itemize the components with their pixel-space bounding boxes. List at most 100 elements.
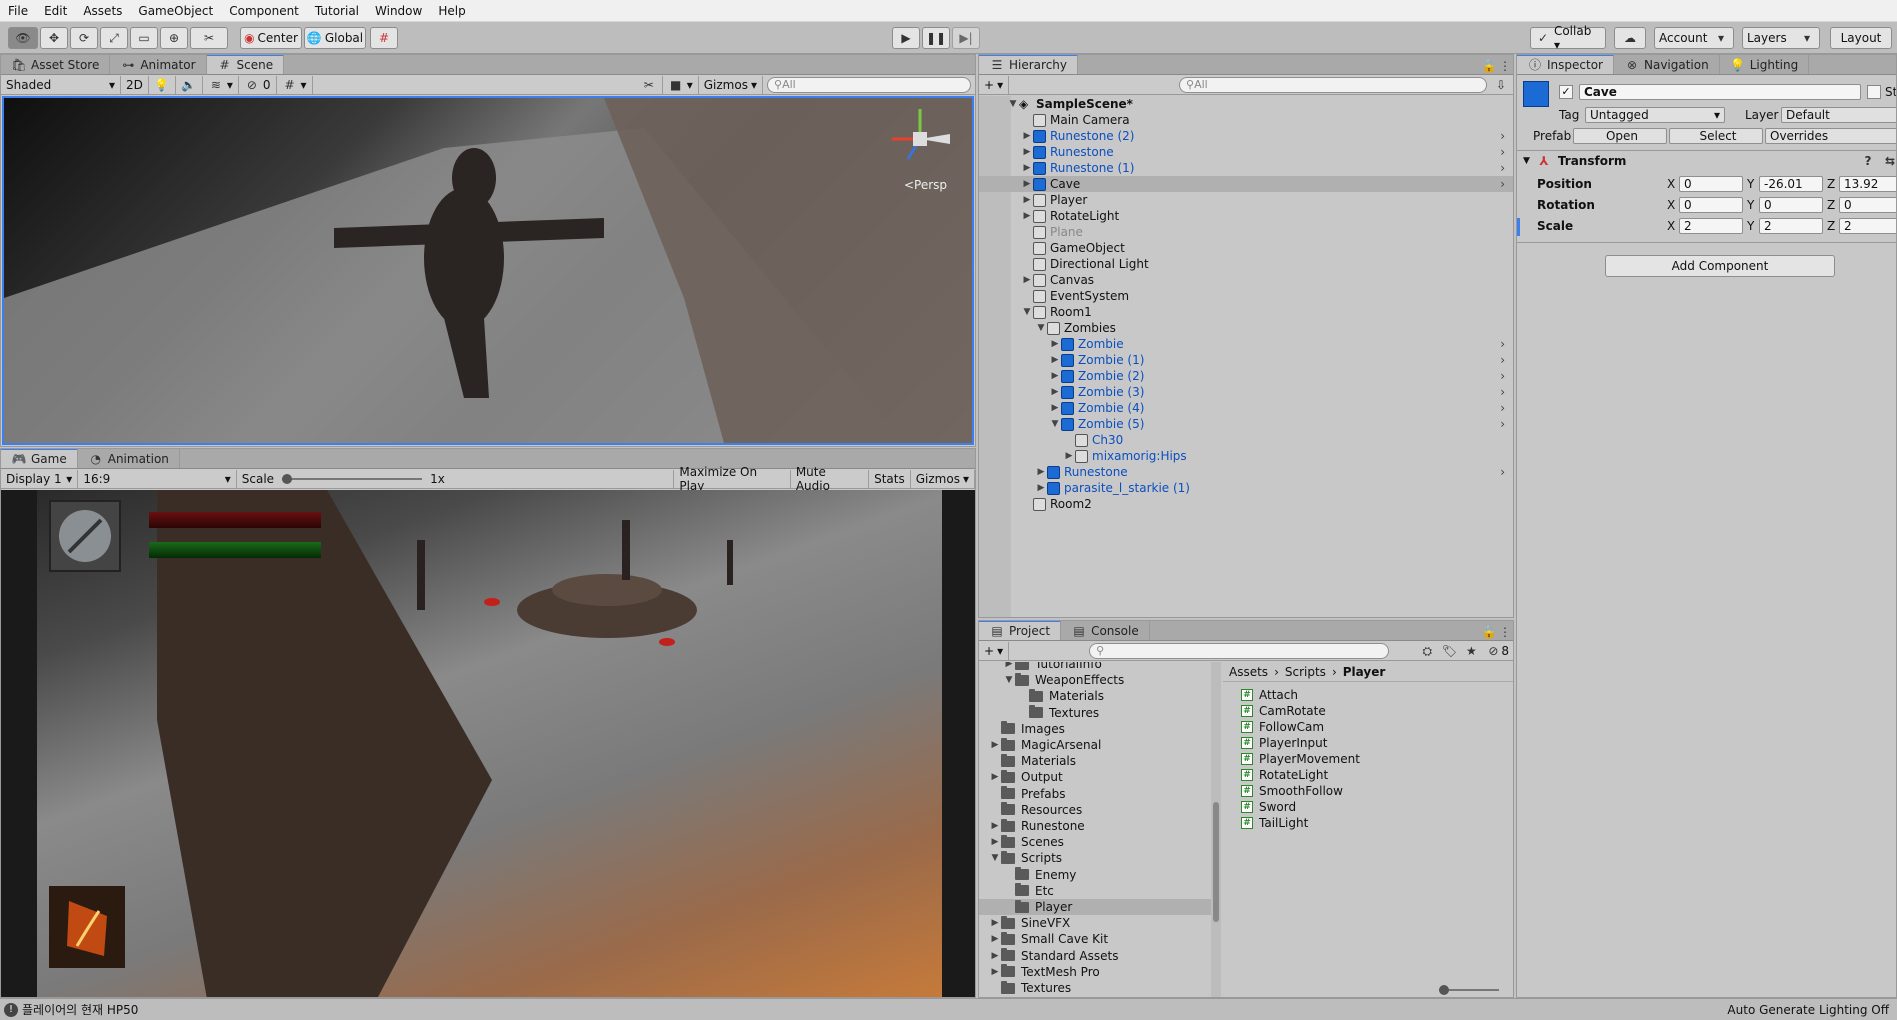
transform-rotation-z-field[interactable]: 0 bbox=[1839, 197, 1896, 213]
menu-edit[interactable]: Edit bbox=[36, 0, 75, 22]
folder-item[interactable]: Textures bbox=[979, 705, 1211, 721]
expand-right-icon[interactable]: ▶ bbox=[989, 918, 1001, 928]
scale-tool-button[interactable]: ⤢ bbox=[100, 27, 128, 49]
active-checkbox[interactable]: ✓ bbox=[1559, 85, 1573, 99]
hierarchy-item[interactable]: ▶ Player bbox=[979, 192, 1513, 208]
effects-dropdown[interactable]: ≋ ▾ bbox=[203, 75, 239, 94]
hierarchy-item[interactable]: Ch30 bbox=[979, 432, 1513, 448]
tag-dropdown[interactable]: Untagged ▾ bbox=[1585, 107, 1725, 123]
expand-down-icon[interactable]: ▼ bbox=[1007, 99, 1019, 109]
folder-item[interactable]: Etc bbox=[979, 883, 1211, 899]
tab-navigation[interactable]: ⊗ Navigation bbox=[1614, 55, 1720, 74]
folder-item[interactable]: ▶ Standard Assets bbox=[979, 948, 1211, 964]
display-dropdown[interactable]: Display 1 ▾ bbox=[1, 469, 79, 488]
account-dropdown[interactable]: Account ▾ bbox=[1654, 27, 1734, 49]
layer-dropdown[interactable]: Default bbox=[1781, 107, 1896, 123]
expand-right-icon[interactable]: ▶ bbox=[1063, 451, 1075, 461]
expand-right-icon[interactable]: ▶ bbox=[989, 837, 1001, 847]
hierarchy-item[interactable]: ▶ Zombie (4) › bbox=[979, 400, 1513, 416]
tab-scene[interactable]: # Scene bbox=[206, 55, 285, 74]
presets-icon[interactable]: ⇆ bbox=[1882, 153, 1896, 169]
hand-tool-button[interactable]: 👁 bbox=[8, 27, 38, 49]
rect-tool-button[interactable]: ▭ bbox=[130, 27, 158, 49]
folder-item[interactable]: Materials bbox=[979, 753, 1211, 769]
layout-dropdown[interactable]: Layout bbox=[1830, 27, 1892, 49]
folder-item[interactable]: Materials bbox=[979, 688, 1211, 704]
folder-item[interactable]: Player bbox=[979, 899, 1211, 915]
expand-right-icon[interactable]: ▶ bbox=[1021, 163, 1033, 173]
game-gizmos-dropdown[interactable]: Gizmos ▾ bbox=[911, 469, 975, 488]
scene-tools-button[interactable]: ✂ bbox=[636, 75, 663, 94]
expand-right-icon[interactable]: ▶ bbox=[1049, 355, 1061, 365]
hierarchy-item[interactable]: ▶ RotateLight bbox=[979, 208, 1513, 224]
scale-slider-track[interactable] bbox=[282, 473, 423, 484]
transform-rotation-x-field[interactable]: 0 bbox=[1679, 197, 1743, 213]
menu-tutorial[interactable]: Tutorial bbox=[307, 0, 367, 22]
folder-item[interactable]: ▶ Small Cave Kit bbox=[979, 931, 1211, 947]
search-by-type-icon[interactable]: ⛭ bbox=[1419, 643, 1435, 659]
folder-item[interactable]: Enemy bbox=[979, 867, 1211, 883]
prefab-select-button[interactable]: Select bbox=[1669, 128, 1763, 144]
transform-rotation-label[interactable]: Rotation bbox=[1537, 197, 1595, 213]
folder-item[interactable]: Prefabs bbox=[979, 786, 1211, 802]
script-item[interactable]: # Attach bbox=[1241, 687, 1298, 703]
create-dropdown[interactable]: + ▾ bbox=[979, 75, 1010, 94]
chevron-right-icon[interactable]: › bbox=[1500, 177, 1505, 191]
folder-item[interactable]: ▶ Runestone bbox=[979, 818, 1211, 834]
breadcrumb-player[interactable]: Player bbox=[1343, 665, 1386, 679]
transform-scale-x-field[interactable]: 2 bbox=[1679, 218, 1743, 234]
menu-component[interactable]: Component bbox=[221, 0, 307, 22]
expand-right-icon[interactable]: ▶ bbox=[1035, 483, 1047, 493]
expand-right-icon[interactable]: ▶ bbox=[989, 934, 1001, 944]
menu-assets[interactable]: Assets bbox=[75, 0, 130, 22]
menu-file[interactable]: File bbox=[0, 0, 36, 22]
pivot-global-button[interactable]: 🌐 Global bbox=[304, 27, 366, 49]
stats-toggle[interactable]: Stats bbox=[869, 469, 911, 488]
script-item[interactable]: # PlayerInput bbox=[1241, 735, 1327, 751]
transform-scale-z-field[interactable]: 2 bbox=[1839, 218, 1896, 234]
pause-button[interactable]: ❚❚ bbox=[922, 27, 950, 49]
tab-asset-store[interactable]: 🛍 Asset Store bbox=[1, 55, 111, 74]
hierarchy-item[interactable]: ▶ Zombie (2) › bbox=[979, 368, 1513, 384]
expand-right-icon[interactable]: ▶ bbox=[989, 821, 1001, 831]
hierarchy-item[interactable]: ▼ Zombies bbox=[979, 320, 1513, 336]
hidden-objects-toggle[interactable]: ⊘ 0 bbox=[239, 75, 277, 94]
hierarchy-item[interactable]: ▶ Zombie (1) › bbox=[979, 352, 1513, 368]
console-last-message[interactable]: 플레이어의 현재 HP50 bbox=[22, 1001, 138, 1018]
hierarchy-item[interactable]: ▼ Room1 bbox=[979, 304, 1513, 320]
folder-item[interactable]: ▼ WeaponEffects bbox=[979, 672, 1211, 688]
chevron-right-icon[interactable]: › bbox=[1500, 353, 1505, 367]
gizmos-dropdown[interactable]: Gizmos ▾ bbox=[699, 75, 763, 94]
mute-audio-toggle[interactable]: Mute Audio bbox=[791, 465, 870, 493]
step-button[interactable]: ▶| bbox=[952, 27, 980, 49]
folder-item[interactable]: Images bbox=[979, 721, 1211, 737]
scale-slider[interactable]: Scale 1x bbox=[237, 469, 675, 488]
transform-position-label[interactable]: Position bbox=[1537, 176, 1592, 192]
folder-item[interactable]: Textures bbox=[979, 980, 1211, 996]
expand-right-icon[interactable]: ▶ bbox=[1021, 195, 1033, 205]
tab-animator[interactable]: ⊶ Animator bbox=[110, 55, 207, 74]
favorite-star-icon[interactable]: ★ bbox=[1463, 643, 1479, 659]
folder-item[interactable]: ▶ TextMesh Pro bbox=[979, 964, 1211, 980]
filter-icon[interactable]: ⇩ bbox=[1493, 77, 1509, 93]
lighting-toggle[interactable]: 💡 bbox=[149, 75, 176, 94]
chevron-right-icon[interactable]: › bbox=[1500, 369, 1505, 383]
expand-down-icon[interactable]: ▼ bbox=[1035, 323, 1047, 333]
folder-item[interactable]: ▶ Scenes bbox=[979, 834, 1211, 850]
expand-right-icon[interactable]: ▶ bbox=[1049, 339, 1061, 349]
tab-inspector[interactable]: ⓘ Inspector bbox=[1517, 55, 1614, 74]
folder-scrollbar[interactable] bbox=[1211, 662, 1221, 997]
expand-right-icon[interactable]: ▶ bbox=[1049, 387, 1061, 397]
expand-down-icon[interactable]: ▼ bbox=[1049, 419, 1061, 429]
transform-position-y-field[interactable]: -26.01 bbox=[1759, 176, 1823, 192]
folder-item[interactable]: ▶ SineVFX bbox=[979, 915, 1211, 931]
expand-down-icon[interactable]: ▼ bbox=[1021, 307, 1033, 317]
script-item[interactable]: # Sword bbox=[1241, 799, 1296, 815]
hierarchy-item[interactable]: ▶ Runestone (2) › bbox=[979, 128, 1513, 144]
folder-item[interactable]: ▼ Scripts bbox=[979, 850, 1211, 866]
scene-viewport[interactable]: <Persp bbox=[2, 96, 974, 445]
expand-down-icon[interactable]: ▼ bbox=[989, 853, 1001, 863]
scale-slider-thumb[interactable] bbox=[282, 473, 293, 484]
label-icon[interactable]: 🏷 bbox=[1441, 643, 1457, 659]
chevron-right-icon[interactable]: › bbox=[1500, 465, 1505, 479]
